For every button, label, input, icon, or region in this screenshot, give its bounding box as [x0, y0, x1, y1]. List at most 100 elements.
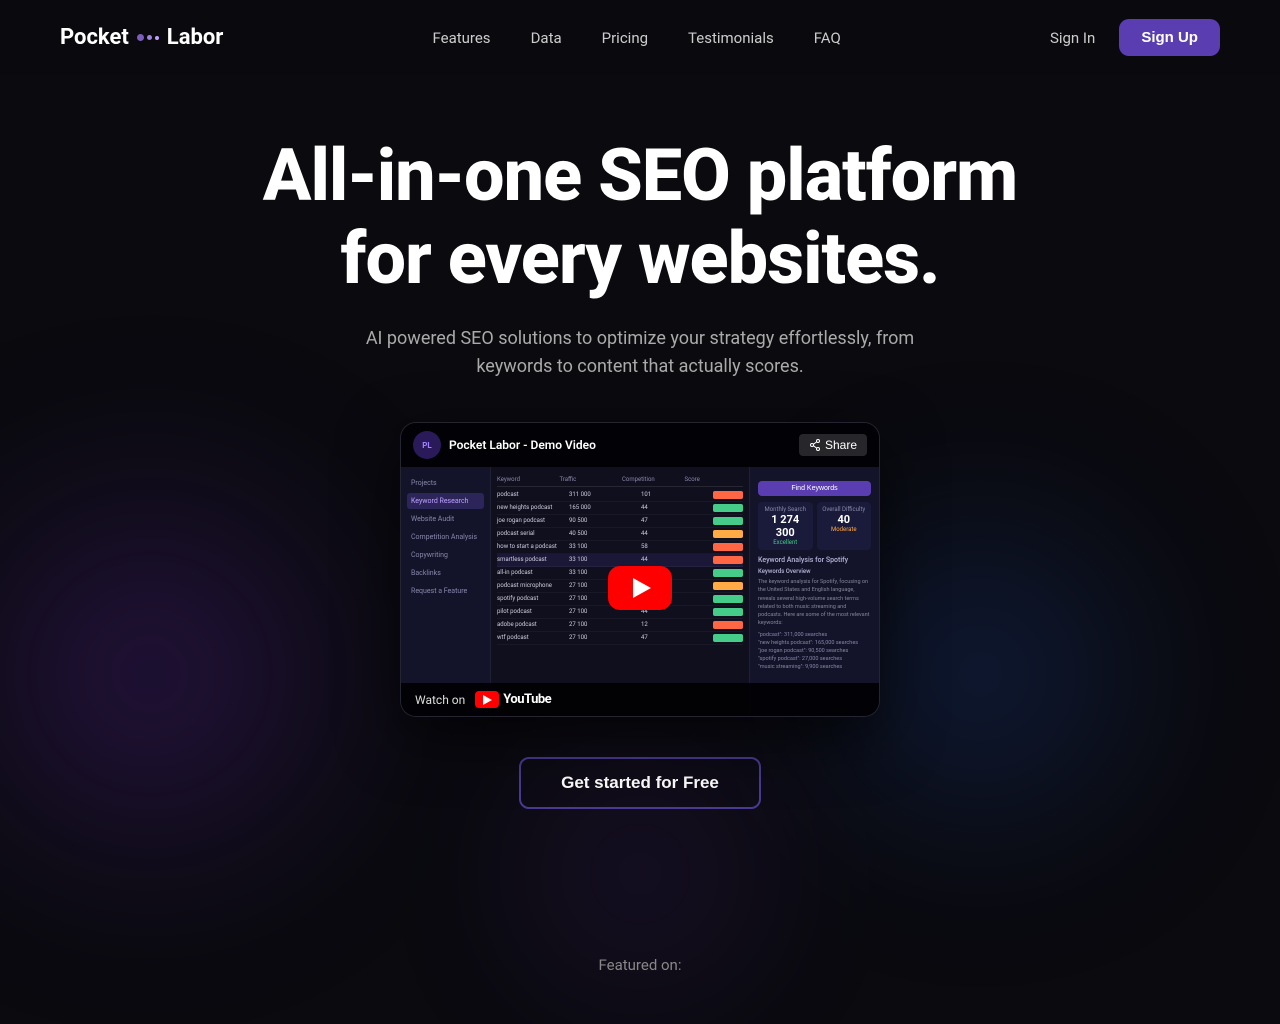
main-content: All-in-one SEO platform for every websit… [0, 75, 1280, 889]
td-keyword-10: pilot podcast [497, 608, 565, 616]
sidebar-request-feature: Request a Feature [407, 583, 484, 599]
td-keyword-2: new heights podcast [497, 504, 565, 512]
youtube-logo-icon [475, 691, 499, 708]
monthly-search-label: Monthly Search [762, 506, 809, 513]
table-row: joe rogan podcast 90 500 47 [497, 515, 743, 528]
table-row: wtf podcast 27 100 47 [497, 632, 743, 645]
bullet-3: "joe rogan podcast": 90,500 searches [758, 648, 871, 654]
youtube-logo-text: YouTube [503, 692, 551, 707]
th-traffic: Traffic [560, 476, 619, 483]
table-row: adobe podcast 27 100 12 [497, 619, 743, 632]
video-share-button[interactable]: Share [799, 434, 867, 456]
watch-on-text: Watch on [415, 693, 465, 707]
panel-find-keywords-btn[interactable]: Find Keywords [758, 481, 871, 496]
youtube-logo[interactable]: YouTube [475, 691, 551, 708]
logo-dot-1 [137, 34, 144, 41]
youtube-bottom-bar: Watch on YouTube [401, 683, 879, 716]
logo-dot-2 [147, 35, 152, 40]
td-traffic-2: 165 000 [569, 504, 637, 512]
bullet-2: "new heights podcast": 165,000 searches [758, 640, 871, 646]
video-title-text: Pocket Labor - Demo Video [449, 438, 596, 452]
td-score-10 [713, 608, 743, 616]
navbar: Pocket Labor Features Data Pricing Testi… [0, 0, 1280, 75]
sidebar-keyword-research: Keyword Research [407, 493, 484, 509]
td-comp-1: 101 [641, 491, 709, 499]
bullet-1: "podcast": 311,000 searches [758, 632, 871, 638]
sidebar-projects: Projects [407, 475, 484, 491]
td-keyword-9: spotify podcast [497, 595, 565, 603]
td-score-12 [713, 634, 743, 642]
sign-in-button[interactable]: Sign In [1050, 29, 1095, 47]
sidebar-website-audit: Website Audit [407, 511, 484, 527]
logo-dots [137, 34, 159, 41]
sign-up-button[interactable]: Sign Up [1119, 19, 1220, 56]
difficulty-box: Overall Difficulty 40 Moderate [817, 502, 872, 550]
video-inner: PL Pocket Labor - Demo Video Share [401, 423, 879, 716]
nav-link-testimonials[interactable]: Testimonials [688, 29, 774, 47]
nav-links: Features Data Pricing Testimonials FAQ [432, 29, 840, 47]
logo[interactable]: Pocket Labor [60, 25, 223, 50]
video-side-panel: Find Keywords Monthly Search 1 274 300 E… [749, 467, 879, 716]
table-row: podcast serial 40 500 44 [497, 528, 743, 541]
nav-link-features[interactable]: Features [432, 29, 490, 47]
video-sidebar: Projects Keyword Research Website Audit … [401, 467, 491, 716]
video-body: Projects Keyword Research Website Audit … [401, 467, 879, 716]
quality-moderate: Moderate [821, 526, 868, 533]
nav-actions: Sign In Sign Up [1050, 19, 1220, 56]
td-comp-8: 51 [641, 582, 709, 590]
td-comp-10: 44 [641, 608, 709, 616]
cta-button[interactable]: Get started for Free [519, 757, 761, 809]
logo-dot-3 [155, 36, 159, 40]
td-comp-12: 47 [641, 634, 709, 642]
table-header: Keyword Traffic Competition Score [497, 473, 743, 487]
td-score-9 [713, 595, 743, 603]
td-traffic-9: 27 100 [569, 595, 637, 603]
monthly-search-box: Monthly Search 1 274 300 Excellent [758, 502, 813, 550]
sidebar-copywriting: Copywriting [407, 547, 484, 563]
video-table-area: Keyword Traffic Competition Score podcas… [491, 467, 749, 716]
youtube-play-icon [483, 695, 492, 705]
video-container[interactable]: PL Pocket Labor - Demo Video Share [400, 422, 880, 717]
video-logo-circle: PL [413, 431, 441, 459]
table-row: all-in podcast 33 100 44 [497, 567, 743, 580]
td-traffic-1: 311 000 [569, 491, 637, 499]
hero-title: All-in-one SEO platform for every websit… [263, 135, 1017, 301]
difficulty-value: 40 [821, 513, 868, 526]
monthly-search-value: 1 274 300 [762, 513, 809, 539]
td-score-7 [713, 569, 743, 577]
panel-stats-row: Monthly Search 1 274 300 Excellent Overa… [758, 502, 871, 550]
td-traffic-4: 40 500 [569, 530, 637, 538]
td-keyword-1: podcast [497, 491, 565, 499]
analysis-body: The keyword analysis for Spotify, focusi… [758, 578, 871, 628]
overview-label: Keywords Overview [758, 568, 871, 575]
sidebar-competition: Competition Analysis [407, 529, 484, 545]
table-row: spotify podcast 27 100 42 [497, 593, 743, 606]
td-keyword-5: how to start a podcast [497, 543, 565, 551]
td-traffic-3: 90 500 [569, 517, 637, 525]
td-traffic-11: 27 100 [569, 621, 637, 629]
td-comp-4: 44 [641, 530, 709, 538]
td-comp-7: 44 [641, 569, 709, 577]
video-top-bar: PL Pocket Labor - Demo Video Share [401, 423, 879, 467]
nav-link-pricing[interactable]: Pricing [602, 29, 648, 47]
td-comp-3: 47 [641, 517, 709, 525]
difficulty-label: Overall Difficulty [821, 506, 868, 513]
td-keyword-3: joe rogan podcast [497, 517, 565, 525]
td-traffic-12: 27 100 [569, 634, 637, 642]
bullet-5: "music streaming": 9,900 searches [758, 664, 871, 670]
quality-excellent: Excellent [762, 539, 809, 546]
video-screenshot: Projects Keyword Research Website Audit … [401, 467, 879, 716]
nav-link-faq[interactable]: FAQ [814, 29, 841, 47]
td-score-6 [713, 556, 743, 564]
table-row: pilot podcast 27 100 44 [497, 606, 743, 619]
nav-link-data[interactable]: Data [531, 29, 562, 47]
td-traffic-7: 33 100 [569, 569, 637, 577]
sidebar-backlinks: Backlinks [407, 565, 484, 581]
logo-text-pocket: Pocket [60, 25, 129, 50]
share-label: Share [825, 438, 857, 452]
hero-title-line2: for every websites. [341, 216, 940, 301]
analysis-title: Keyword Analysis for Spotify [758, 556, 871, 564]
td-comp-5: 58 [641, 543, 709, 551]
table-row: podcast microphone 27 100 51 [497, 580, 743, 593]
td-keyword-4: podcast serial [497, 530, 565, 538]
